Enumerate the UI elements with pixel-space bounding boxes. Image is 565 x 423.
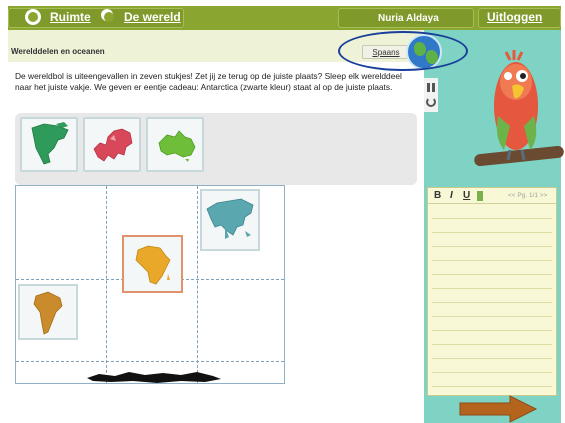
app-window: Ruimte De wereld Nuria Aldaya Uitloggen … bbox=[0, 0, 565, 423]
europe-shape bbox=[93, 128, 133, 162]
piece-africa[interactable] bbox=[122, 235, 183, 293]
user-name: Nuria Aldaya bbox=[378, 13, 439, 24]
south-america-shape bbox=[33, 291, 63, 335]
piece-australia[interactable] bbox=[146, 117, 204, 172]
notepad-toolbar: B I U << Pg. 1/1 >> bbox=[428, 188, 556, 204]
note-line bbox=[432, 246, 552, 247]
note-line bbox=[432, 288, 552, 289]
note-line bbox=[432, 372, 552, 373]
antarctica-shape bbox=[87, 372, 221, 383]
reset-icon[interactable] bbox=[426, 97, 436, 107]
asia-shape bbox=[206, 198, 254, 239]
page-navigation[interactable]: << Pg. 1/1 >> bbox=[508, 192, 547, 199]
instructions-text: De wereldbol is uiteengevallen in zeven … bbox=[15, 71, 402, 92]
parrot-icon bbox=[494, 50, 538, 161]
globe-icon[interactable] bbox=[25, 9, 41, 25]
highlight-ellipse bbox=[338, 31, 468, 71]
note-line bbox=[432, 386, 552, 387]
nav-link-de-wereld[interactable]: De wereld bbox=[124, 10, 181, 24]
page-title: Werelddelen en oceanen bbox=[11, 47, 105, 56]
next-arrow-icon[interactable] bbox=[458, 395, 538, 423]
notepad[interactable]: B I U << Pg. 1/1 >> bbox=[427, 187, 557, 396]
grid-line bbox=[16, 361, 284, 362]
piece-asia[interactable] bbox=[200, 189, 260, 251]
playback-controls bbox=[424, 78, 438, 112]
italic-button[interactable]: I bbox=[450, 190, 453, 201]
note-line bbox=[432, 330, 552, 331]
piece-south-america[interactable] bbox=[18, 284, 78, 340]
globe-icon[interactable] bbox=[101, 9, 114, 22]
bold-button[interactable]: B bbox=[434, 190, 441, 201]
note-line bbox=[432, 316, 552, 317]
note-line bbox=[432, 232, 552, 233]
note-line bbox=[432, 218, 552, 219]
piece-europe[interactable] bbox=[83, 117, 141, 172]
piece-north-america[interactable] bbox=[20, 117, 78, 172]
grid-line bbox=[197, 186, 198, 383]
australia-shape bbox=[158, 130, 196, 162]
note-line bbox=[432, 274, 552, 275]
grid-line bbox=[106, 186, 107, 383]
note-line bbox=[432, 358, 552, 359]
north-america-shape bbox=[31, 122, 69, 165]
underline-button[interactable]: U bbox=[463, 190, 470, 201]
note-line bbox=[432, 302, 552, 303]
pause-icon[interactable] bbox=[427, 83, 435, 92]
logout-button[interactable]: Uitloggen bbox=[487, 10, 542, 24]
africa-shape bbox=[135, 245, 171, 285]
note-line bbox=[432, 260, 552, 261]
nav-link-ruimte[interactable]: Ruimte bbox=[50, 10, 91, 24]
note-line bbox=[432, 344, 552, 345]
color-picker[interactable] bbox=[477, 191, 483, 201]
